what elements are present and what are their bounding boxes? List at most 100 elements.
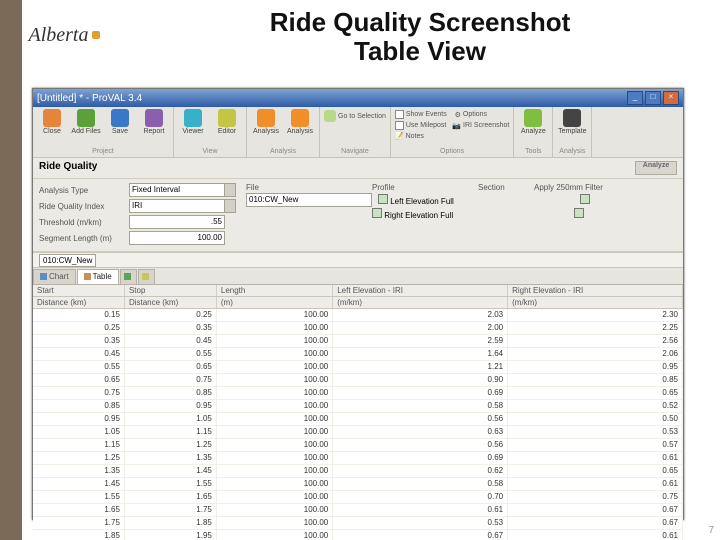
col-profile: Profile [372,183,472,192]
col-file: File [246,183,366,192]
threshold-input[interactable]: .55 [129,215,225,229]
checkbox-filter-left[interactable] [580,194,590,204]
hdr-length[interactable]: Length [217,285,333,296]
table-row[interactable]: 0.450.55100.001.642.06 [33,348,683,361]
camera-icon: 📷 [452,122,461,130]
result-tabs: Chart Table [33,268,683,285]
checkbox-icon [395,121,404,130]
table-row[interactable]: 0.250.35100.002.002.25 [33,322,683,335]
table-row[interactable]: 0.850.95100.000.580.52 [33,400,683,413]
chevron-down-icon[interactable] [225,183,236,197]
alberta-logo: Alberta [22,0,106,70]
section-header: Ride Quality Analyze [33,158,683,179]
table-row[interactable]: 0.750.85100.000.690.65 [33,387,683,400]
notes-button[interactable]: 📝 Notes [395,131,509,141]
analysis-type-select[interactable]: Fixed Interval [129,183,225,197]
hdr-right-iri[interactable]: Right Elevation - IRI [508,285,683,296]
analyze-button[interactable]: Analyze [518,109,548,141]
checkbox-left-profile[interactable] [378,194,388,204]
table-icon [84,273,91,280]
tab-table[interactable]: Table [77,269,119,284]
maximize-button[interactable]: □ [645,91,661,105]
analysis-dropdown-button[interactable]: Analysis [285,109,315,141]
col-section: Section [478,183,528,192]
sub-length: (m) [217,297,333,308]
logo-dot-icon [92,31,100,39]
minimize-button[interactable]: _ [627,91,643,105]
table-row[interactable]: 1.751.85100.000.530.67 [33,517,683,530]
dataset-bar: 010:CW_New [33,252,683,268]
gear-icon: ⚙ [455,111,461,119]
table-row[interactable]: 0.650.75100.000.900.85 [33,374,683,387]
chevron-down-icon[interactable] [225,199,236,213]
save-button[interactable]: Save [105,109,135,141]
chart-icon [40,273,47,280]
sub-start: Distance (km) [33,297,125,308]
table-row[interactable]: 1.851.95100.000.670.61 [33,530,683,540]
label-seglen: Segment Length (m) [39,234,129,243]
table-row[interactable]: 1.551.65100.000.700.75 [33,491,683,504]
grid-body[interactable]: 0.150.25100.002.032.300.250.35100.002.00… [33,309,683,540]
template-button[interactable]: Template [557,109,587,141]
file-name-cell[interactable]: 010:CW_New [246,193,372,207]
label-rqi: Ride Quality Index [39,202,129,211]
close-button[interactable]: × [663,91,679,105]
report-icon [145,109,163,127]
close-project-button[interactable]: Close [37,109,67,141]
report-button[interactable]: Report [139,109,169,141]
editor-icon [218,109,236,127]
group-label-project: Project [37,148,169,155]
analysis-form: Analysis Type Fixed Interval Ride Qualit… [33,179,683,252]
seglen-input[interactable]: 100.00 [129,231,225,245]
copy-icon [142,273,149,280]
ribbon-toolbar: Close Add Files Save Report Project View… [33,107,683,158]
slide-left-stripe [0,0,22,540]
window-titlebar[interactable]: [Untitled] * - ProVAL 3.4 _ □ × [33,89,683,107]
page-number: 7 [708,525,714,536]
table-row[interactable]: 0.150.25100.002.032.30 [33,309,683,322]
export-icon [124,273,131,280]
label-analysis-type: Analysis Type [39,186,129,195]
tab-export[interactable] [120,269,137,284]
proval-window: [Untitled] * - ProVAL 3.4 _ □ × Close Ad… [32,88,684,520]
table-row[interactable]: 0.951.05100.000.560.50 [33,413,683,426]
add-icon [77,109,95,127]
go-to-selection-button[interactable]: Go to Selection [324,109,386,124]
checkbox-right-profile[interactable] [372,208,382,218]
tab-chart[interactable]: Chart [33,269,76,284]
col-filter: Apply 250mm Filter [534,183,624,192]
use-milepost-toggle[interactable]: Use Milepost 📷 IRI Screenshot [395,120,509,131]
analyze-mini-button[interactable]: Analyze [635,161,677,175]
table-row[interactable]: 1.051.15100.000.630.53 [33,426,683,439]
template-icon [563,109,581,127]
add-files-button[interactable]: Add Files [71,109,101,141]
group-label-templates: Analysis [557,148,587,155]
sub-stop: Distance (km) [125,297,217,308]
group-label-navigate: Navigate [324,148,386,155]
group-label-options: Options [395,148,509,155]
table-row[interactable]: 1.151.25100.000.560.57 [33,439,683,452]
logo-text: Alberta [29,24,89,47]
goto-icon [324,110,336,122]
editor-button[interactable]: Editor [212,109,242,141]
viewer-button[interactable]: Viewer [178,109,208,141]
hdr-left-iri[interactable]: Left Elevation - IRI [333,285,508,296]
show-events-toggle[interactable]: Show Events ⚙ Options [395,109,509,120]
label-threshold: Threshold (m/km) [39,218,129,227]
analysis-button[interactable]: Analysis [251,109,281,141]
table-row[interactable]: 0.350.45100.002.592.56 [33,335,683,348]
rqi-select[interactable]: IRI [129,199,225,213]
tab-copy[interactable] [138,269,155,284]
table-row[interactable]: 1.251.35100.000.690.61 [33,452,683,465]
dataset-select[interactable]: 010:CW_New [39,254,96,267]
table-row[interactable]: 0.550.65100.001.210.95 [33,361,683,374]
checkbox-filter-right[interactable] [574,208,584,218]
slide-title: Ride Quality Screenshot Table View [150,8,690,65]
hdr-stop[interactable]: Stop [125,285,217,296]
table-row[interactable]: 1.351.45100.000.620.65 [33,465,683,478]
hdr-start[interactable]: Start [33,285,125,296]
table-row[interactable]: 1.651.75100.000.610.67 [33,504,683,517]
table-row[interactable]: 1.451.55100.000.580.61 [33,478,683,491]
viewer-icon [184,109,202,127]
grid-header-top: Start Stop Length Left Elevation - IRI R… [33,285,683,297]
